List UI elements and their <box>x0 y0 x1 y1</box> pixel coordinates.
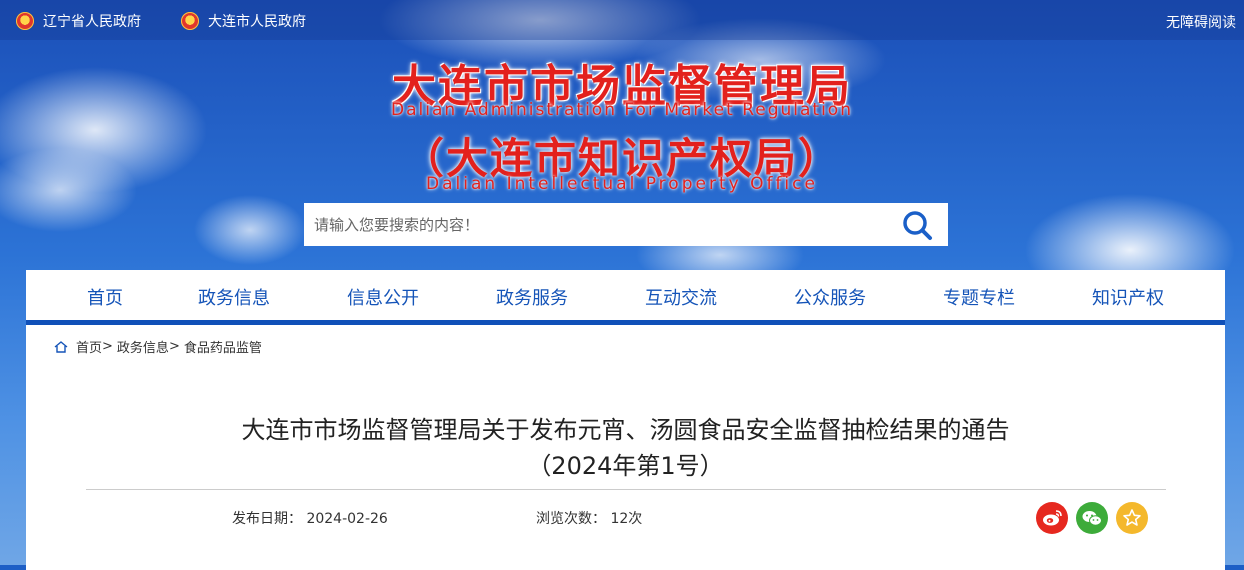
nav-item-intellectual-property[interactable]: 知识产权 <box>1068 284 1188 310</box>
search-icon <box>903 211 932 240</box>
weibo-icon <box>1043 510 1062 526</box>
national-emblem-icon <box>16 12 34 30</box>
breadcrumb-food-drug[interactable]: 食品药品监管 <box>184 337 262 356</box>
star-icon <box>1123 509 1141 526</box>
site-subtitle-english: Dalian Intellectual Property Office <box>426 174 818 194</box>
national-emblem-icon <box>181 12 199 30</box>
wechat-icon <box>1082 511 1102 526</box>
nav-item-government-info[interactable]: 政务信息 <box>174 284 294 310</box>
nav-item-home[interactable]: 首页 <box>45 284 165 310</box>
title-divider <box>86 489 1166 490</box>
nav-item-public-services[interactable]: 公众服务 <box>770 284 890 310</box>
site-title-english: Dalian Administration For Market Regulat… <box>391 100 853 120</box>
share-weibo-button[interactable] <box>1036 502 1068 534</box>
publish-date: 发布日期： 2024-02-26 <box>232 508 388 528</box>
link-liaoning-government[interactable]: 辽宁省人民政府 <box>16 11 141 31</box>
accessibility-link[interactable]: 无障碍阅读 <box>1166 12 1236 32</box>
view-count: 浏览次数： 12次 <box>536 508 642 528</box>
nav-item-interaction[interactable]: 互动交流 <box>621 284 741 310</box>
view-count-label: 浏览次数： <box>536 511 606 527</box>
link-dalian-government[interactable]: 大连市人民政府 <box>181 11 306 31</box>
breadcrumb-separator: > <box>168 339 180 354</box>
nav-item-info-disclosure[interactable]: 信息公开 <box>323 284 443 310</box>
main-nav: 首页 政务信息 信息公开 政务服务 互动交流 公众服务 专题专栏 知识产权 <box>26 270 1225 325</box>
article-title-line2: （2024年第1号） <box>527 452 724 480</box>
article-title: 大连市市场监督管理局关于发布元宵、汤圆食品安全监督抽检结果的通告 （2024年第… <box>26 412 1225 484</box>
home-icon <box>54 340 68 353</box>
link-label: 辽宁省人民政府 <box>43 14 141 30</box>
share-wechat-button[interactable] <box>1076 502 1108 534</box>
content-panel: 首页 政务信息 信息公开 政务服务 互动交流 公众服务 专题专栏 知识产权 首页… <box>26 270 1225 570</box>
nav-item-special-topics[interactable]: 专题专栏 <box>919 284 1039 310</box>
breadcrumb-home[interactable]: 首页 <box>76 337 102 356</box>
article-title-line1: 大连市市场监督管理局关于发布元宵、汤圆食品安全监督抽检结果的通告 <box>241 416 1010 444</box>
breadcrumb-government-info[interactable]: 政务信息 <box>117 337 169 356</box>
add-favorite-button[interactable] <box>1116 502 1148 534</box>
breadcrumb: 首页 > 政务信息 > 食品药品监管 <box>54 337 262 356</box>
link-label: 大连市人民政府 <box>208 14 306 30</box>
view-count-value: 12次 <box>610 511 643 527</box>
breadcrumb-separator: > <box>102 339 113 354</box>
search-button[interactable] <box>898 208 938 242</box>
nav-item-government-services[interactable]: 政务服务 <box>472 284 592 310</box>
publish-date-value: 2024-02-26 <box>306 511 388 527</box>
top-bar: 辽宁省人民政府 大连市人民政府 无障碍阅读 <box>0 0 1244 40</box>
search-input[interactable] <box>304 203 884 246</box>
publish-date-label: 发布日期： <box>232 511 302 527</box>
search-box <box>304 203 948 246</box>
